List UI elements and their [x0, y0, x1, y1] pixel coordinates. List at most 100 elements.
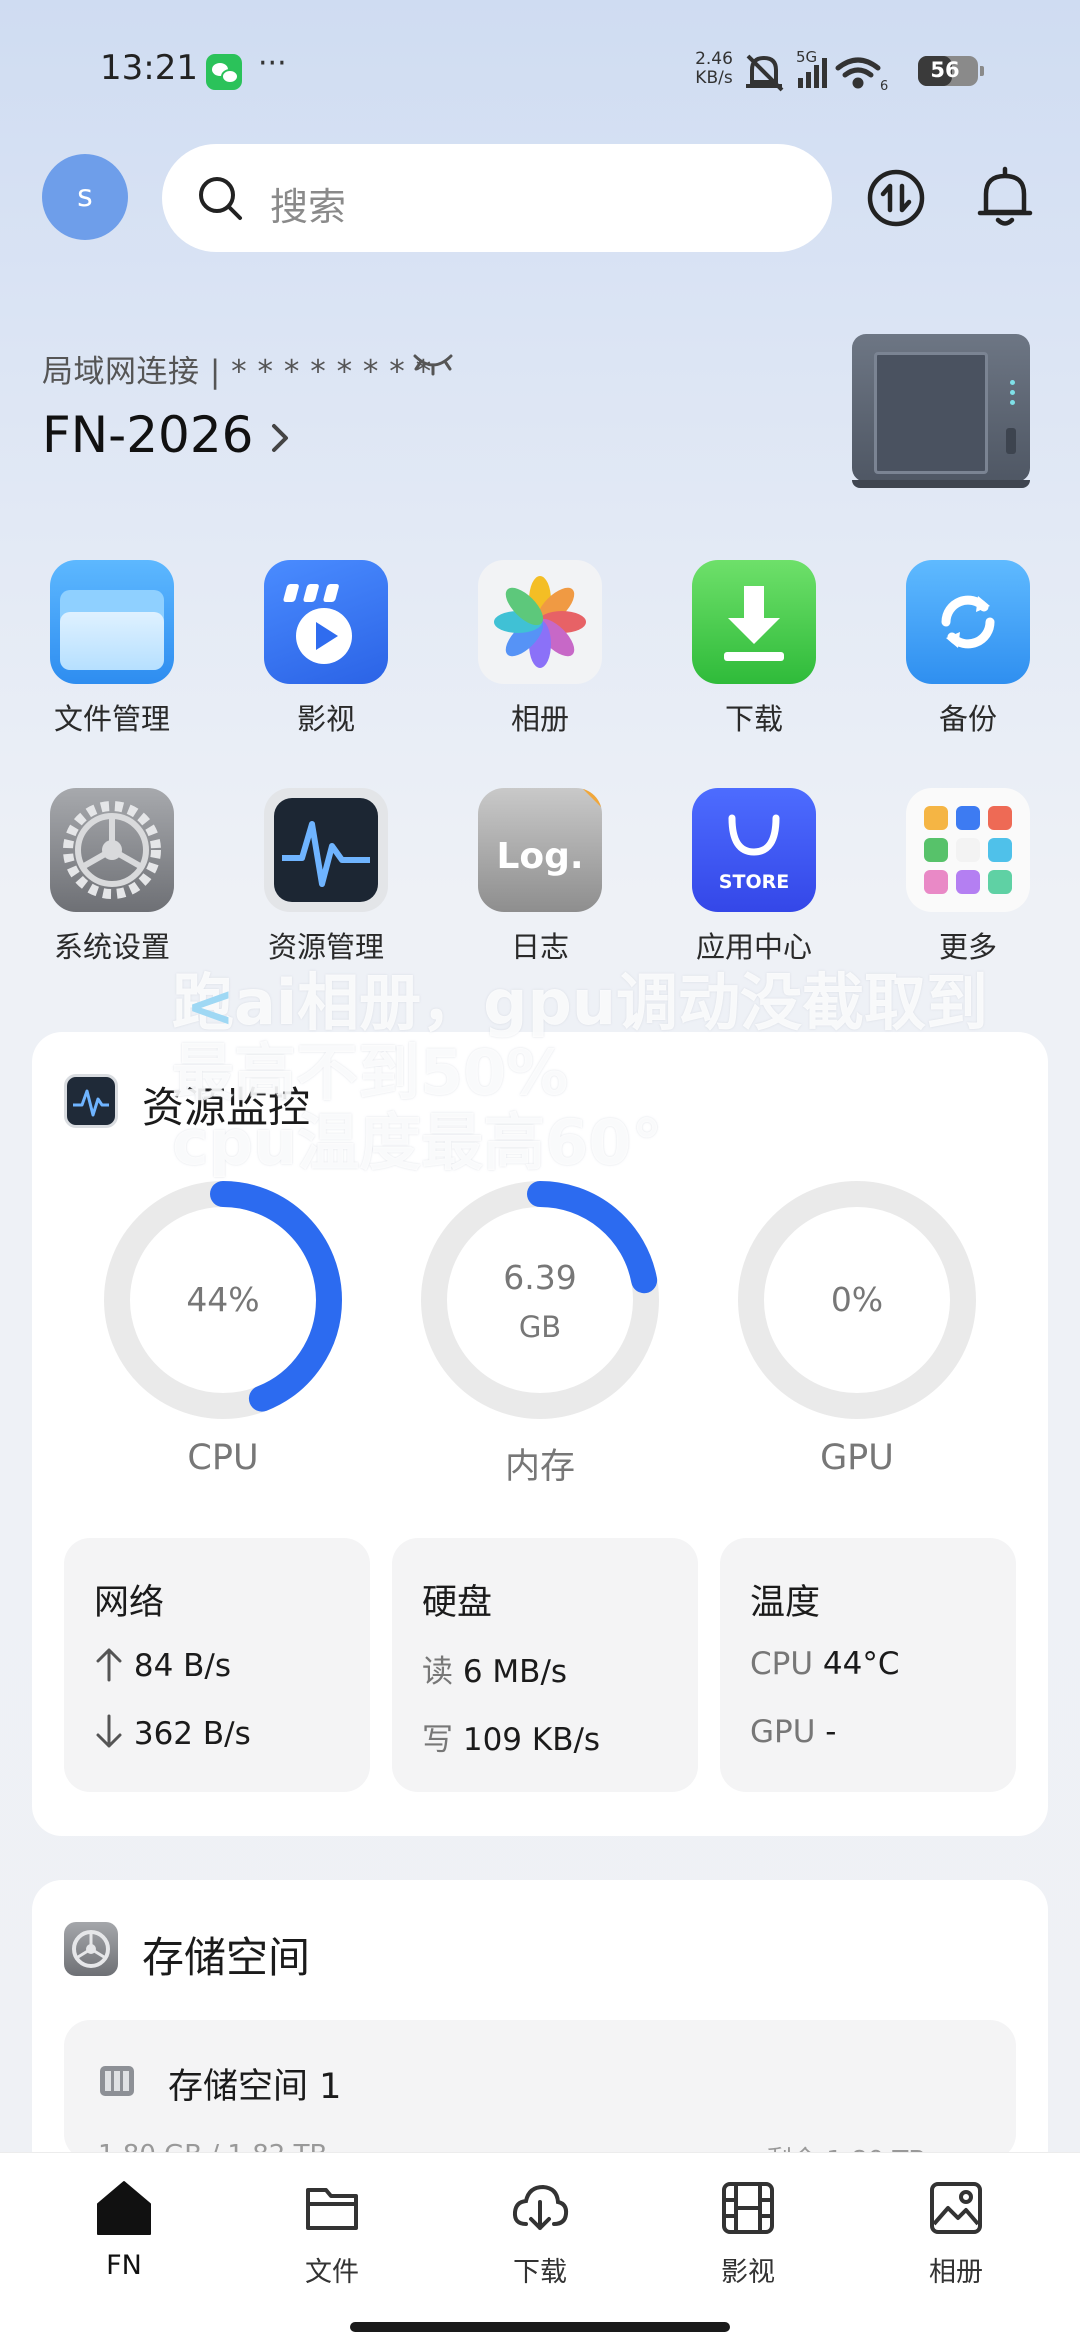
- memory-value: 6.39: [503, 1258, 577, 1297]
- resource-monitor-small-icon: [64, 1074, 118, 1128]
- battery-indicator: 56: [918, 56, 984, 86]
- nav-label: 影视: [721, 2257, 775, 2288]
- app-label: 更多: [938, 930, 997, 964]
- app-label: 影视: [296, 702, 355, 736]
- gpu-temp-label: GPU: [750, 1714, 816, 1750]
- image-icon: [930, 2182, 982, 2234]
- disk-stat-box: 硬盘 读 6 MB/s 写 109 KB/s: [392, 1538, 698, 1792]
- app-log[interactable]: Log. 日志: [445, 788, 635, 978]
- gpu-label: GPU: [820, 1438, 894, 1478]
- app-store[interactable]: STORE 应用中心: [659, 788, 849, 978]
- folder-icon: [50, 560, 174, 684]
- app-label: 相册: [510, 702, 569, 736]
- disk-read-label: 读: [422, 1654, 453, 1690]
- cpu-label: CPU: [187, 1438, 259, 1478]
- svg-text:Log.: Log.: [496, 836, 583, 877]
- folder-outline-icon: [306, 2188, 358, 2230]
- svg-text:STORE: STORE: [719, 871, 789, 893]
- app-system-settings[interactable]: 系统设置: [17, 788, 207, 978]
- search-icon: [199, 177, 242, 220]
- search-bar[interactable]: [162, 144, 832, 252]
- settings-icon: [50, 788, 174, 912]
- resource-monitor-icon: [264, 788, 388, 912]
- disk-write-row: 写 109 KB/s: [422, 1714, 600, 1759]
- nav-label: 相册: [929, 2257, 983, 2288]
- network-type-label: 5G: [796, 48, 817, 66]
- storage-pool-name: 存储空间 1: [168, 2067, 342, 2107]
- app-file-manager[interactable]: 文件管理: [17, 560, 207, 750]
- device-name[interactable]: FN-2026: [42, 406, 253, 464]
- wifi-index-label: 6: [880, 79, 888, 92]
- app-video[interactable]: 影视: [231, 560, 421, 750]
- download-speed-row: 362 B/s: [94, 1714, 251, 1752]
- cpu-temp-label: CPU: [750, 1646, 814, 1682]
- network-speed-unit: KB/s: [695, 68, 733, 88]
- storage-icon: [64, 1922, 118, 1976]
- wifi-icon: [835, 57, 881, 89]
- app-label: 文件管理: [53, 702, 170, 736]
- memory-unit: GB: [518, 1310, 562, 1344]
- battery-level: 56: [930, 58, 960, 82]
- network-stat-title: 网络: [94, 1583, 165, 1623]
- wechat-notification-icon: [206, 54, 242, 90]
- overlay-arrow: <: [186, 972, 235, 1040]
- app-resource-monitor[interactable]: 资源管理: [231, 788, 421, 978]
- status-time: 13:21: [100, 48, 198, 88]
- nav-fn[interactable]: FN: [16, 2178, 232, 2298]
- hidden-eye-icon[interactable]: [412, 352, 454, 376]
- mute-icon: [746, 54, 784, 92]
- notification-bell-icon[interactable]: [976, 166, 1034, 230]
- gpu-temp-value: -: [825, 1714, 837, 1750]
- transfer-list-icon[interactable]: [866, 168, 926, 228]
- network-speed: 2.46 KB/s: [690, 50, 738, 88]
- memory-label: 内存: [504, 1447, 575, 1487]
- disk-read-value: 6 MB/s: [462, 1654, 568, 1690]
- download-icon: [692, 560, 816, 684]
- cpu-temp-value: 44°C: [822, 1646, 900, 1682]
- cpu-temp-row: CPU 44°C: [750, 1646, 899, 1682]
- arrow-up-icon: [96, 1648, 122, 1682]
- app-label: 日志: [510, 930, 569, 964]
- nav-label: 文件: [305, 2257, 359, 2288]
- gpu-value: 0%: [830, 1280, 884, 1319]
- storage-title: 存储空间: [142, 1933, 311, 1982]
- app-label: 下载: [724, 702, 783, 736]
- disk-write-value: 109 KB/s: [462, 1722, 601, 1758]
- nav-download[interactable]: 下载: [432, 2178, 648, 2298]
- video-icon: [264, 560, 388, 684]
- app-more[interactable]: 更多: [873, 788, 1063, 978]
- chevron-right-icon[interactable]: [268, 418, 292, 458]
- upload-speed: 84 B/s: [133, 1648, 232, 1684]
- disk-read-row: 读 6 MB/s: [422, 1646, 567, 1691]
- cloud-download-icon: [512, 2184, 569, 2230]
- search-placeholder[interactable]: 搜索: [270, 176, 346, 231]
- disk-write-label: 写: [422, 1722, 453, 1758]
- memory-gauge: [421, 1181, 659, 1419]
- nav-video[interactable]: 影视: [640, 2178, 856, 2298]
- nav-photos[interactable]: 相册: [848, 2178, 1064, 2298]
- app-label: 应用中心: [695, 930, 812, 964]
- app-backup[interactable]: 备份: [873, 560, 1063, 750]
- avatar[interactable]: s: [42, 154, 128, 240]
- temperature-stat-box: 温度 CPU 44°C GPU -: [720, 1538, 1016, 1792]
- temperature-stat-title: 温度: [750, 1583, 821, 1623]
- app-label: 资源管理: [267, 930, 384, 964]
- drive-bay-icon: [100, 2066, 134, 2096]
- store-icon: STORE: [692, 788, 816, 912]
- nas-device-image: [852, 334, 1030, 488]
- disk-stat-title: 硬盘: [422, 1583, 493, 1623]
- arrow-down-icon: [96, 1714, 122, 1748]
- home-indicator[interactable]: [350, 2322, 730, 2332]
- nav-label: 下载: [513, 2257, 567, 2288]
- cpu-value: 44%: [186, 1280, 260, 1319]
- photos-icon: [478, 560, 602, 684]
- nav-label: FN: [106, 2250, 142, 2281]
- more-apps-icon: [906, 788, 1030, 912]
- app-label: 备份: [938, 702, 997, 736]
- nav-files[interactable]: 文件: [224, 2178, 440, 2298]
- app-photos[interactable]: 相册: [445, 560, 635, 750]
- app-download[interactable]: 下载: [659, 560, 849, 750]
- gpu-temp-row: GPU -: [750, 1714, 836, 1750]
- backup-icon: [906, 560, 1030, 684]
- film-icon: [722, 2182, 774, 2234]
